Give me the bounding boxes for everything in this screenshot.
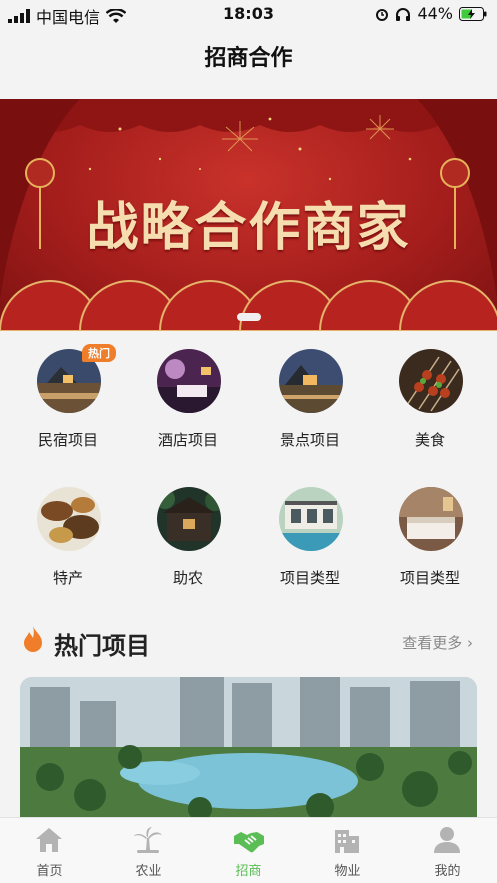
hotel-image <box>157 349 221 413</box>
category-project-type-1[interactable]: 项目类型 <box>248 469 372 589</box>
category-food[interactable]: 美食 <box>368 331 492 451</box>
banner-headline: 战略合作商家 <box>86 197 411 258</box>
section-title: 热门项目 <box>54 632 150 660</box>
category-agri-aid[interactable]: 助农 <box>126 469 250 589</box>
project-type-image <box>399 487 463 551</box>
category-label: 项目类型 <box>399 569 460 587</box>
project-type-image <box>279 487 343 551</box>
hot-badge: 热门 <box>82 344 116 362</box>
building-icon <box>335 830 359 853</box>
headphones-icon <box>396 7 411 21</box>
category-hotel[interactable]: 酒店项目 <box>126 331 250 451</box>
category-homestay[interactable]: 热门 民宿项目 <box>6 331 130 451</box>
handshake-icon <box>234 832 264 853</box>
tab-property[interactable]: 物业 <box>298 818 397 883</box>
tab-label: 招商 <box>235 864 262 879</box>
palm-tree-icon <box>134 827 162 853</box>
category-scenic[interactable]: 景点项目 <box>248 331 372 451</box>
fire-icon <box>24 626 42 652</box>
view-more-label: 查看更多 <box>402 634 463 652</box>
battery-percent: 44% <box>417 4 453 23</box>
category-label: 景点项目 <box>279 431 340 449</box>
status-bar: 中国电信 18:03 44% <box>0 0 497 30</box>
category-label: 项目类型 <box>279 569 340 587</box>
banner[interactable]: 战略合作商家 <box>0 99 497 331</box>
battery-icon <box>459 6 487 21</box>
category-specialty[interactable]: 特产 <box>6 469 130 589</box>
page-title: 招商合作 <box>204 46 293 71</box>
category-label: 美食 <box>414 431 445 449</box>
user-icon <box>434 827 460 853</box>
tab-label: 首页 <box>36 864 63 879</box>
tab-agriculture[interactable]: 农业 <box>99 818 198 883</box>
home-icon <box>36 828 62 852</box>
tab-label: 我的 <box>434 864 461 879</box>
tab-home[interactable]: 首页 <box>0 818 99 883</box>
tab-investment[interactable]: 招商 <box>199 818 298 883</box>
agri-aid-image <box>157 487 221 551</box>
category-label: 助农 <box>172 569 203 587</box>
status-right: 44% <box>375 4 487 23</box>
category-label: 酒店项目 <box>157 431 218 449</box>
scenic-image <box>279 349 343 413</box>
banner-page-indicator <box>237 313 261 321</box>
chevron-right-icon: › <box>467 634 473 652</box>
category-label: 民宿项目 <box>37 431 98 449</box>
hot-project-card[interactable] <box>20 677 477 822</box>
hot-projects-header: 热门项目 查看更多 › <box>0 622 497 662</box>
tab-profile[interactable]: 我的 <box>398 818 497 883</box>
specialty-image <box>37 487 101 551</box>
food-image <box>399 349 463 413</box>
bottom-tab-bar: 首页 农业 招商 物业 我的 <box>0 817 497 883</box>
category-project-type-2[interactable]: 项目类型 <box>368 469 492 589</box>
view-more-link[interactable]: 查看更多 › <box>402 632 473 653</box>
category-label: 特产 <box>52 569 83 587</box>
alarm-icon <box>376 8 389 21</box>
hot-project-image <box>20 677 477 822</box>
tab-label: 农业 <box>135 864 162 879</box>
tab-label: 物业 <box>334 864 361 879</box>
